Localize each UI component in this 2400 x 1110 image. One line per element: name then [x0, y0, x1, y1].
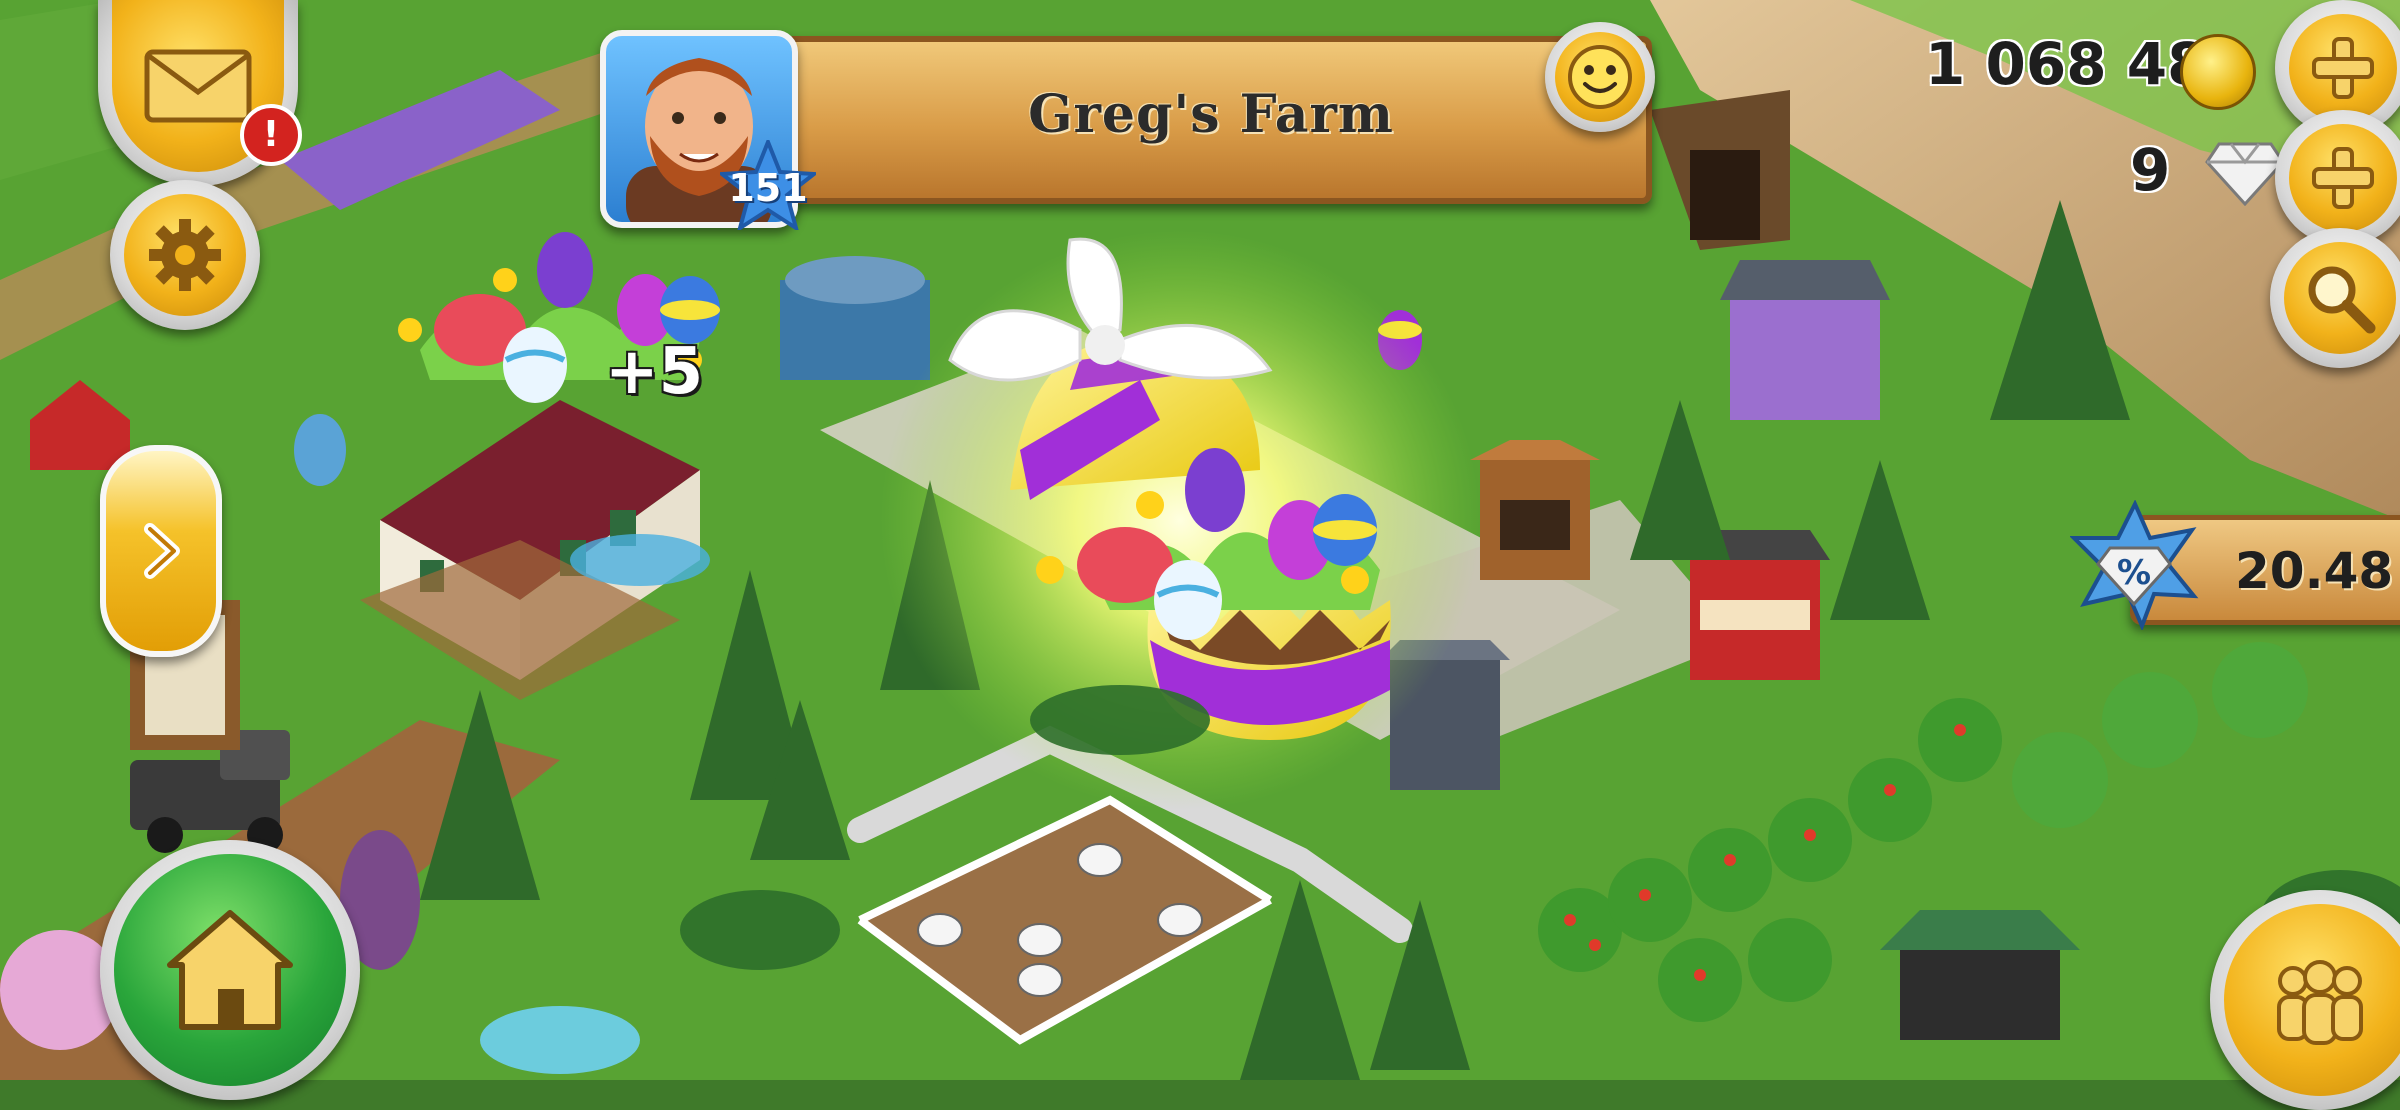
emotes-button[interactable]	[1545, 22, 1655, 132]
coin-icon	[2180, 34, 2256, 110]
envelope-icon	[144, 49, 252, 123]
farm-name: Greg's Farm	[1028, 84, 1394, 145]
sale-timer: 20.48	[2235, 542, 2394, 600]
smiley-icon	[1568, 45, 1632, 109]
workshop[interactable]	[1720, 260, 1890, 420]
diamond-count: 9	[2130, 136, 2171, 204]
bakery[interactable]	[1470, 440, 1600, 580]
buy-diamonds-button[interactable]	[2275, 110, 2400, 246]
player-level-badge: 151	[720, 140, 816, 230]
notification-alert-icon: !	[240, 104, 302, 166]
dairy[interactable]	[780, 256, 930, 380]
home-button[interactable]	[100, 840, 360, 1100]
svg-text:%: %	[2117, 553, 2151, 593]
roadside-shop[interactable]	[1880, 910, 2080, 1040]
chevron-right-icon	[144, 523, 180, 579]
expand-panel-button[interactable]	[100, 445, 222, 657]
player-level: 151	[728, 166, 808, 210]
search-button[interactable]	[2270, 228, 2400, 368]
magnifier-icon	[2308, 266, 2376, 334]
discount-badge-icon[interactable]: %	[2070, 500, 2200, 630]
diamond-icon	[2205, 142, 2285, 206]
plus-icon	[2312, 37, 2374, 99]
house-icon	[167, 910, 293, 1030]
plus-icon	[2312, 147, 2374, 209]
egg-reward-count: +5	[605, 335, 704, 409]
friends-icon	[2277, 960, 2363, 1045]
farm-name-banner[interactable]: Greg's Farm	[770, 36, 1652, 204]
settings-button[interactable]	[110, 180, 260, 330]
gear-icon	[149, 219, 221, 291]
